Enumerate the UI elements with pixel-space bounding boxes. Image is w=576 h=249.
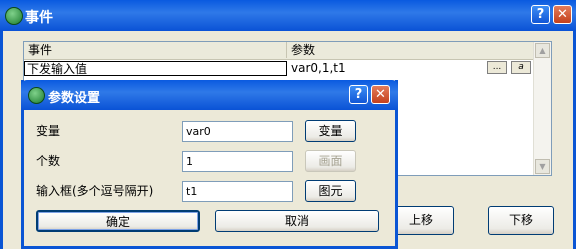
- move-down-button[interactable]: 下移: [488, 206, 554, 235]
- screen-button[interactable]: 画面: [305, 150, 356, 172]
- dialog-app-icon: [28, 87, 45, 104]
- column-header-params[interactable]: 参数: [287, 42, 535, 58]
- scroll-up-arrow-icon[interactable]: ▲: [535, 43, 550, 58]
- window-titlebar: 事件 ? ✕: [0, 0, 576, 31]
- list-header: 事件 参数: [24, 42, 535, 60]
- count-input[interactable]: 1: [182, 151, 293, 172]
- scroll-down-arrow-icon[interactable]: ▼: [535, 159, 550, 174]
- dialog-help-button[interactable]: ?: [349, 85, 368, 104]
- vertical-scrollbar[interactable]: ▲ ▼: [533, 42, 551, 175]
- dialog-close-button[interactable]: ✕: [371, 85, 390, 104]
- variable-button[interactable]: 变量: [305, 120, 356, 142]
- cancel-button[interactable]: 取消: [215, 210, 379, 232]
- close-button[interactable]: ✕: [553, 5, 572, 24]
- param-settings-dialog: 参数设置 ? ✕ 变量 var0 变量 个数 1 画面 输入框(多个逗号隔开) …: [21, 80, 398, 249]
- variable-input[interactable]: var0: [182, 121, 293, 142]
- font-button[interactable]: a: [511, 61, 531, 74]
- params-cell[interactable]: var0,1,t1: [289, 61, 485, 76]
- help-button[interactable]: ?: [531, 5, 550, 24]
- event-cell[interactable]: 下发输入值: [24, 61, 287, 76]
- dialog-title: 参数设置: [48, 91, 101, 106]
- variable-label: 变量: [36, 124, 61, 138]
- browse-button[interactable]: ...: [487, 61, 507, 74]
- window-title: 事件: [25, 10, 53, 26]
- inputbox-input[interactable]: t1: [182, 181, 293, 202]
- count-label: 个数: [36, 154, 61, 168]
- ok-button[interactable]: 确定: [36, 210, 200, 232]
- column-header-event[interactable]: 事件: [24, 42, 287, 58]
- inputbox-label: 输入框(多个逗号隔开): [36, 184, 154, 198]
- app-icon: [5, 7, 23, 25]
- dialog-titlebar: 参数设置 ? ✕: [21, 80, 398, 110]
- list-item[interactable]: 下发输入值 var0,1,t1 ... a: [24, 60, 535, 77]
- element-button[interactable]: 图元: [305, 180, 356, 202]
